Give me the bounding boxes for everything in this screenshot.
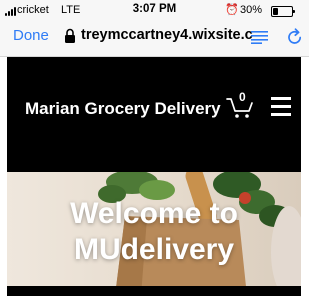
url-field[interactable]: treymccartney4.wixsite.c xyxy=(81,27,254,43)
done-button[interactable]: Done xyxy=(13,27,49,44)
site-title[interactable]: Marian Grocery Delivery xyxy=(25,97,225,121)
status-bar: cricket LTE 3:07 PM ⏰ 30% xyxy=(0,0,309,22)
battery-nub xyxy=(293,10,295,13)
battery-percent: 30% xyxy=(240,4,263,16)
lock-icon xyxy=(65,28,75,43)
battery-fill xyxy=(273,8,279,15)
alarm-clock-icon: ⏰ xyxy=(225,4,239,16)
site-header: Marian Grocery Delivery 0 xyxy=(7,57,301,172)
menu-icon[interactable] xyxy=(271,97,291,116)
hero-banner: Welcome to MUdelivery xyxy=(7,172,301,296)
reader-view-icon[interactable] xyxy=(251,30,268,44)
battery-icon xyxy=(271,6,295,17)
status-time: 3:07 PM xyxy=(132,3,177,15)
hero-headline: Welcome to MUdelivery xyxy=(70,197,238,266)
reload-icon[interactable] xyxy=(287,28,303,46)
cart-count: 0 xyxy=(239,90,246,104)
browser-toolbar: Done treymccartney4.wixsite.c xyxy=(0,22,309,57)
hero-bottom-strip xyxy=(7,286,301,296)
